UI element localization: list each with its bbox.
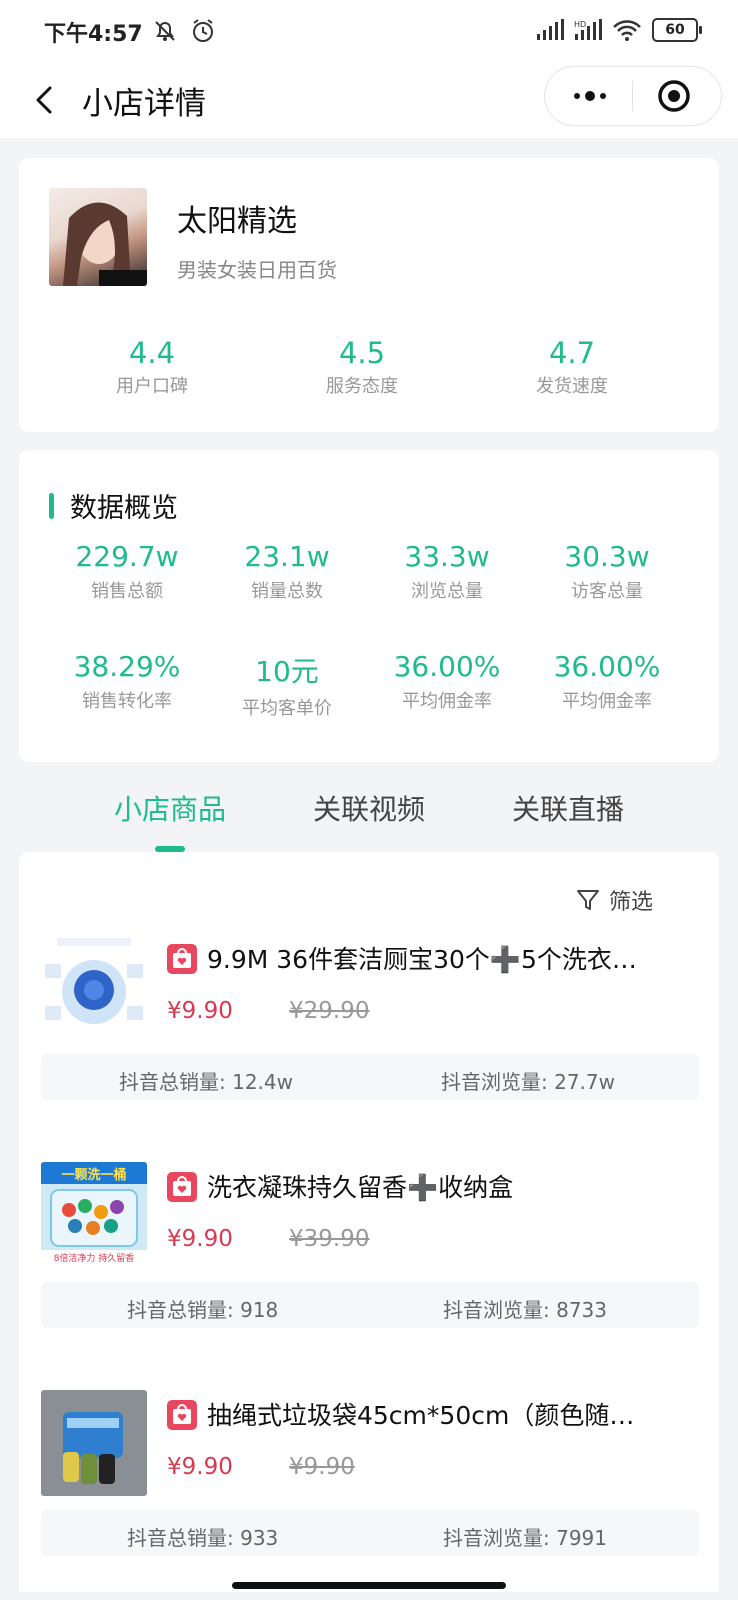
more-dots-icon bbox=[574, 93, 580, 99]
douyin-total-sales: 抖音总销量: 918 bbox=[127, 1298, 279, 1322]
filter-button[interactable]: 筛选 bbox=[575, 884, 653, 916]
metric-total-visitors: 30.3w 访客总量 bbox=[564, 540, 650, 602]
product-original-price: ¥39.90 bbox=[289, 1226, 370, 1252]
avatar-image bbox=[63, 202, 147, 286]
score-delivery-speed: 4.7 发货速度 bbox=[536, 336, 608, 397]
more-button[interactable] bbox=[565, 77, 615, 115]
metric-sales-count: 23.1w 销量总数 bbox=[244, 540, 330, 602]
tab-related-videos[interactable]: 关联视频 bbox=[313, 788, 425, 828]
thumb-text-top: 一颗洗一桶 bbox=[61, 1168, 127, 1183]
shop-info-card: 太阳精选 男装女装日用百货 4.4 用户口碑 4.5 服务态度 4.7 发货速度 bbox=[19, 158, 719, 432]
product-item[interactable]: 9.9M 36件套洁厕宝30个➕5个洗衣… ¥9.90 ¥29.90 抖音总销量… bbox=[41, 934, 699, 1104]
metric-total-views: 33.3w 浏览总量 bbox=[404, 540, 490, 602]
wifi-icon bbox=[613, 20, 641, 41]
shop-avatar bbox=[49, 188, 147, 286]
chevron-left-icon bbox=[36, 86, 52, 114]
mute-bell-icon bbox=[155, 21, 175, 41]
product-stats: 抖音总销量: 12.4w 抖音浏览量: 27.7w bbox=[41, 1054, 699, 1100]
product-title: 洗衣凝珠持久留香➕收纳盒 bbox=[207, 1173, 514, 1202]
douyin-views: 抖音浏览量: 8733 bbox=[443, 1298, 607, 1322]
shop-bag-icon bbox=[167, 1172, 197, 1202]
metric-avg-commission-rate-2: 36.00% 平均佣金率 bbox=[553, 650, 661, 712]
nav-bar: 小店详情 bbox=[0, 62, 738, 138]
product-thumbnail: 一颗洗一桶 8倍洁净力 持久留香 bbox=[41, 1162, 147, 1268]
battery-indicator: 60 bbox=[652, 18, 702, 42]
product-thumbnail bbox=[41, 1390, 147, 1496]
shop-bag-icon bbox=[167, 944, 197, 974]
shop-bag-icon bbox=[167, 1400, 197, 1430]
product-price: ¥9.90 bbox=[167, 1454, 233, 1480]
section-title: 数据概览 bbox=[70, 493, 178, 524]
thumb-text-bottom: 8倍洁净力 持久留香 bbox=[53, 1254, 135, 1264]
metric-conversion-rate: 38.29% 销售转化率 bbox=[73, 650, 181, 712]
alarm-icon bbox=[193, 19, 213, 42]
product-price: ¥9.90 bbox=[167, 998, 233, 1024]
mini-program-capsule bbox=[544, 66, 722, 126]
home-indicator[interactable] bbox=[232, 1582, 506, 1589]
douyin-views: 抖音浏览量: 27.7w bbox=[441, 1070, 615, 1094]
status-bar: 下午4:57 HD 60 bbox=[0, 0, 738, 62]
signal-icon bbox=[537, 19, 564, 40]
product-list-card: 筛选 9.9M 36件套洁厕宝30个➕5个洗衣… ¥9.90 ¥29.90 抖音… bbox=[19, 852, 719, 1592]
svg-text:HD: HD bbox=[574, 20, 586, 29]
filter-label: 筛选 bbox=[608, 890, 653, 915]
section-accent-bar bbox=[49, 492, 54, 519]
product-item[interactable]: 一颗洗一桶 8倍洁净力 持久留香 洗衣凝珠持久留香➕收纳盒 ¥9.90 ¥39.… bbox=[41, 1162, 699, 1332]
content-tabs: 小店商品 关联视频 关联直播 bbox=[0, 772, 738, 852]
back-button[interactable] bbox=[26, 80, 66, 120]
status-time: 下午4:57 bbox=[44, 22, 143, 47]
tab-shop-products[interactable]: 小店商品 bbox=[114, 788, 226, 828]
filter-funnel-icon bbox=[576, 890, 599, 910]
product-stats: 抖音总销量: 918 抖音浏览量: 8733 bbox=[41, 1282, 699, 1328]
score-service-attitude: 4.5 服务态度 bbox=[326, 336, 398, 397]
product-original-price: ¥29.90 bbox=[289, 998, 370, 1024]
douyin-views: 抖音浏览量: 7991 bbox=[443, 1526, 607, 1550]
shop-name: 太阳精选 bbox=[177, 204, 297, 239]
metric-avg-order-value: 10元 平均客单价 bbox=[242, 655, 332, 719]
product-item[interactable]: 抽绳式垃圾袋45cm*50cm（颜色随… ¥9.90 ¥9.90 抖音总销量: … bbox=[41, 1390, 699, 1560]
product-stats: 抖音总销量: 933 抖音浏览量: 7991 bbox=[41, 1510, 699, 1556]
data-overview-card: 数据概览 229.7w 销售总额 23.1w 销量总数 33.3w 浏览总量 3… bbox=[19, 450, 719, 762]
tab-related-live[interactable]: 关联直播 bbox=[512, 788, 624, 828]
douyin-total-sales: 抖音总销量: 12.4w bbox=[119, 1070, 293, 1094]
product-price: ¥9.90 bbox=[167, 1226, 233, 1252]
signal-hd-icon: HD bbox=[574, 19, 602, 40]
shop-category: 男装女装日用百货 bbox=[177, 258, 337, 282]
product-title: 9.9M 36件套洁厕宝30个➕5个洗衣… bbox=[207, 945, 637, 974]
product-title: 抽绳式垃圾袋45cm*50cm（颜色随… bbox=[207, 1401, 635, 1430]
product-thumbnail bbox=[41, 934, 147, 1040]
douyin-total-sales: 抖音总销量: 933 bbox=[127, 1526, 279, 1550]
product-original-price: ¥9.90 bbox=[289, 1454, 355, 1480]
metric-avg-commission-rate: 36.00% 平均佣金率 bbox=[393, 650, 501, 712]
target-close-icon bbox=[658, 80, 690, 112]
close-mini-program-button[interactable] bbox=[657, 79, 691, 113]
page-title: 小店详情 bbox=[82, 86, 206, 122]
metric-sales-amount: 229.7w 销售总额 bbox=[75, 540, 179, 602]
score-user-reputation: 4.4 用户口碑 bbox=[116, 336, 188, 397]
